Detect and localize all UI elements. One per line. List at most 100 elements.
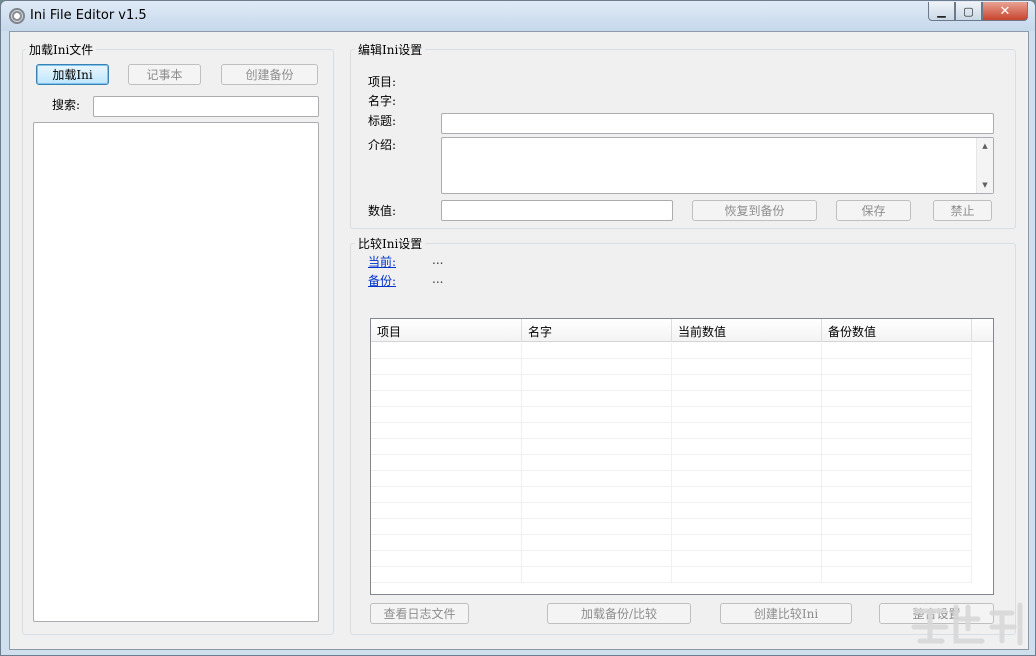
view-log-button[interactable]: 查看日志文件 [370,603,469,624]
backup-file-path: ... [432,272,444,286]
table-cell [371,391,522,407]
table-cell [522,567,672,583]
compare-table[interactable]: 项目 名字 当前数值 备份数值 [370,318,994,595]
table-cell [822,551,972,567]
close-button[interactable]: ✕ [982,2,1028,21]
table-cell [822,375,972,391]
create-compare-ini-button[interactable]: 创建比较Ini [720,603,852,624]
table-cell [522,503,672,519]
scroll-down-arrow-icon[interactable]: ▼ [977,178,993,192]
table-cell [371,535,522,551]
load-backup-compare-button[interactable]: 加载备份/比较 [547,603,691,624]
table-row[interactable] [371,343,972,359]
table-row[interactable] [371,391,972,407]
table-cell [371,439,522,455]
column-header-item[interactable]: 项目 [371,319,522,342]
table-cell [672,535,822,551]
table-cell [822,391,972,407]
column-header-current-value[interactable]: 当前数值 [672,319,822,342]
table-cell [822,407,972,423]
table-cell [822,343,972,359]
table-cell [371,359,522,375]
client-area: 加载Ini文件 加载Ini 记事本 创建备份 搜索: 编辑Ini设置 项目: 名… [9,31,1029,650]
table-cell [522,359,672,375]
title-bar[interactable]: Ini File Editor v1.5 ▁ ▢ ✕ [1,1,1035,31]
table-cell [371,567,522,583]
table-row[interactable] [371,503,972,519]
table-cell [822,423,972,439]
table-row[interactable] [371,487,972,503]
table-cell [672,519,822,535]
intro-scrollbar[interactable]: ▲ ▼ [976,138,993,193]
intro-label: 介绍: [368,138,397,152]
table-cell [822,439,972,455]
table-cell [822,471,972,487]
table-cell [522,519,672,535]
table-cell [522,391,672,407]
create-backup-button[interactable]: 创建备份 [221,64,318,85]
table-row[interactable] [371,567,972,583]
name-label: 名字: [368,94,397,108]
table-cell [371,455,522,471]
table-cell [371,423,522,439]
table-cell [522,535,672,551]
table-cell [672,471,822,487]
column-header-name[interactable]: 名字 [522,319,672,342]
gear-app-icon[interactable] [9,8,25,24]
ini-key-list[interactable] [33,122,319,622]
table-cell [822,359,972,375]
table-row[interactable] [371,359,972,375]
table-cell [822,567,972,583]
table-row[interactable] [371,471,972,487]
table-row[interactable] [371,407,972,423]
minimize-button[interactable]: ▁ [928,2,955,21]
table-row[interactable] [371,375,972,391]
table-cell [522,439,672,455]
table-cell [672,455,822,471]
table-row[interactable] [371,455,972,471]
current-file-path: ... [432,253,444,267]
table-cell [522,423,672,439]
table-row[interactable] [371,519,972,535]
table-cell [672,375,822,391]
table-row[interactable] [371,535,972,551]
value-input[interactable] [441,200,673,221]
app-window: Ini File Editor v1.5 ▁ ▢ ✕ 加载Ini文件 加载Ini… [0,0,1036,656]
compare-table-body [371,343,972,583]
table-cell [672,359,822,375]
notepad-button[interactable]: 记事本 [128,64,201,85]
table-cell [672,407,822,423]
table-cell [371,503,522,519]
table-cell [371,487,522,503]
column-header-backup-value[interactable]: 备份数值 [822,319,972,342]
table-cell [522,375,672,391]
scroll-up-arrow-icon[interactable]: ▲ [977,139,993,153]
table-cell [371,551,522,567]
search-label: 搜索: [52,98,81,112]
disable-button[interactable]: 禁止 [933,200,992,221]
table-cell [371,471,522,487]
maximize-button[interactable]: ▢ [955,2,982,21]
table-cell [822,455,972,471]
backup-file-link[interactable]: 备份: [368,272,396,289]
load-ini-button[interactable]: 加载Ini [36,64,109,85]
intro-textarea[interactable]: ▲ ▼ [441,137,994,194]
search-input[interactable] [93,96,319,117]
table-cell [672,391,822,407]
edit-ini-group-label: 编辑Ini设置 [355,41,426,58]
table-row[interactable] [371,551,972,567]
save-button[interactable]: 保存 [836,200,911,221]
title-label: 标题: [368,114,397,128]
load-ini-group-label: 加载Ini文件 [26,41,97,58]
table-cell [672,503,822,519]
table-cell [522,455,672,471]
title-input[interactable] [441,113,994,134]
table-cell [822,487,972,503]
table-row[interactable] [371,439,972,455]
table-cell [822,535,972,551]
restore-backup-button[interactable]: 恢复到备份 [692,200,817,221]
table-cell [672,567,822,583]
item-label: 项目: [368,75,397,89]
current-file-link[interactable]: 当前: [368,253,396,270]
table-row[interactable] [371,423,972,439]
